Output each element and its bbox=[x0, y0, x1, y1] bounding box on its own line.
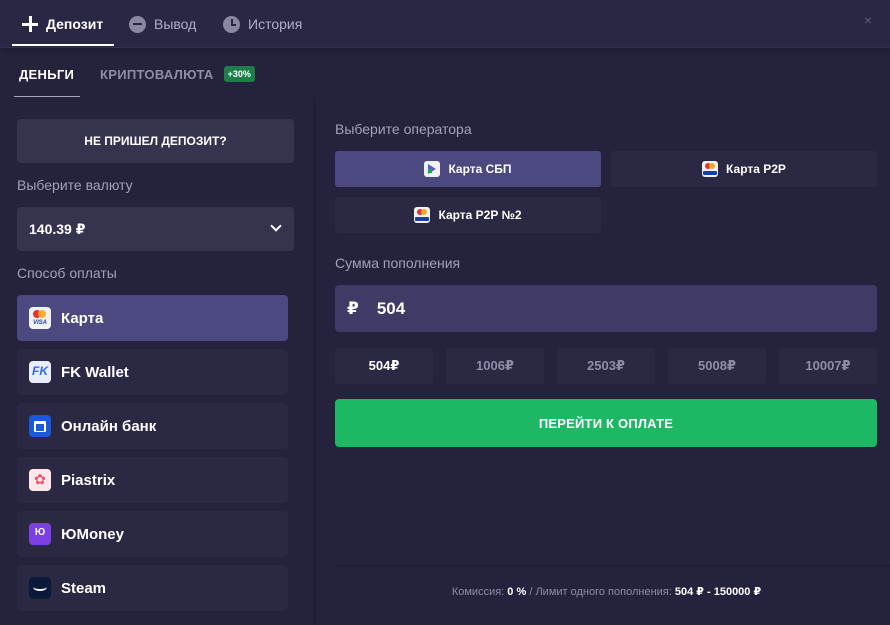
subtab-money[interactable]: ДЕНЬГИ bbox=[19, 64, 74, 84]
active-subtab-underline bbox=[14, 96, 80, 97]
operator-label-text: Карта P2P bbox=[726, 162, 786, 176]
top-tab-bar: Депозит Вывод История × bbox=[0, 0, 890, 48]
limit-label: Лимит одного пополнения: bbox=[535, 586, 672, 598]
tab-deposit-label: Депозит bbox=[46, 16, 104, 32]
operator-label-text: Карта СБП bbox=[448, 162, 512, 176]
tab-deposit[interactable]: Депозит bbox=[22, 0, 103, 48]
footer-info: Комиссия: 0 % / Лимит одного пополнения:… bbox=[315, 585, 890, 598]
payment-method-label: Карта bbox=[61, 309, 104, 327]
proceed-to-payment-button[interactable]: ПЕРЕЙТИ К ОПЛАТЕ bbox=[335, 399, 877, 447]
preset-amount-504[interactable]: 504₽ bbox=[335, 348, 433, 384]
fk-wallet-icon: FK bbox=[29, 361, 51, 383]
currency-value: 140.39 ₽ bbox=[29, 220, 86, 237]
no-deposit-button[interactable]: НЕ ПРИШЕЛ ДЕПОЗИТ? bbox=[17, 119, 294, 163]
operator-label-text: Карта P2P №2 bbox=[438, 208, 522, 222]
close-icon[interactable]: × bbox=[860, 12, 876, 28]
commission-label: Комиссия: bbox=[451, 586, 505, 598]
payment-method-label: ЮMoney bbox=[61, 525, 124, 543]
card-icon bbox=[702, 161, 719, 177]
card-icon bbox=[414, 207, 431, 223]
payment-method-label: Piastrix bbox=[61, 471, 116, 489]
tab-history-label: История bbox=[248, 16, 303, 32]
ruble-sign: ₽ bbox=[347, 298, 359, 318]
preset-amount-1006[interactable]: 1006₽ bbox=[446, 348, 544, 384]
payment-method-card[interactable]: VISA Карта bbox=[17, 295, 288, 341]
tab-withdraw[interactable]: Вывод bbox=[129, 0, 196, 48]
operator-p2p-card[interactable]: Карта P2P bbox=[611, 151, 877, 187]
currency-label: Выберите валюту bbox=[17, 177, 133, 193]
limit-value: 504 ₽ - 150000 ₽ bbox=[674, 586, 762, 598]
payment-method-yoomoney[interactable]: Ю ЮMoney bbox=[17, 511, 288, 557]
piastrix-icon: ✿ bbox=[29, 469, 51, 491]
clock-icon bbox=[223, 15, 240, 33]
card-icon: VISA bbox=[29, 307, 51, 329]
payment-method-piastrix[interactable]: ✿ Piastrix bbox=[17, 457, 288, 503]
amount-field[interactable]: ₽ bbox=[335, 285, 877, 332]
online-bank-icon bbox=[29, 415, 51, 437]
bonus-badge: +30% bbox=[223, 66, 255, 82]
plus-icon bbox=[22, 16, 38, 32]
amount-label: Сумма пополнения bbox=[335, 255, 461, 271]
tab-withdraw-label: Вывод bbox=[154, 16, 197, 32]
payment-method-steam[interactable]: Steam bbox=[17, 565, 288, 611]
tab-history[interactable]: История bbox=[223, 0, 302, 48]
operator-label: Выберите оператора bbox=[335, 121, 472, 137]
payment-method-fk-wallet[interactable]: FK FK Wallet bbox=[17, 349, 288, 395]
payment-method-label: Онлайн банк bbox=[61, 417, 157, 435]
payment-method-label: FK Wallet bbox=[61, 363, 129, 381]
minus-circle-icon bbox=[129, 15, 146, 33]
commission-value: 0 % bbox=[507, 586, 527, 598]
subtab-crypto-label: КРИПТОВАЛЮТА bbox=[100, 66, 214, 82]
footer-divider bbox=[335, 565, 890, 566]
chevron-down-icon bbox=[270, 220, 282, 232]
column-divider bbox=[314, 98, 315, 625]
subtab-money-label: ДЕНЬГИ bbox=[19, 66, 75, 82]
preset-amount-2503[interactable]: 2503₽ bbox=[557, 348, 655, 384]
amount-input[interactable] bbox=[376, 298, 777, 319]
footer-separator: / bbox=[529, 586, 533, 598]
operator-p2p-card-2[interactable]: Карта P2P №2 bbox=[335, 197, 601, 233]
active-tab-underline bbox=[12, 44, 114, 46]
steam-icon bbox=[29, 577, 51, 599]
currency-select[interactable]: 140.39 ₽ bbox=[17, 207, 294, 251]
sbp-icon bbox=[424, 161, 441, 177]
subtab-crypto[interactable]: КРИПТОВАЛЮТА +30% bbox=[100, 64, 255, 84]
payment-method-label: Steam bbox=[61, 579, 107, 597]
preset-amount-5008[interactable]: 5008₽ bbox=[668, 348, 766, 384]
preset-amount-10007[interactable]: 10007₽ bbox=[779, 348, 877, 384]
payment-method-label: Способ оплаты bbox=[17, 265, 117, 281]
yoomoney-icon: Ю bbox=[29, 523, 51, 545]
payment-method-online-bank[interactable]: Онлайн банк bbox=[17, 403, 288, 449]
operator-sbp-card[interactable]: Карта СБП bbox=[335, 151, 601, 187]
